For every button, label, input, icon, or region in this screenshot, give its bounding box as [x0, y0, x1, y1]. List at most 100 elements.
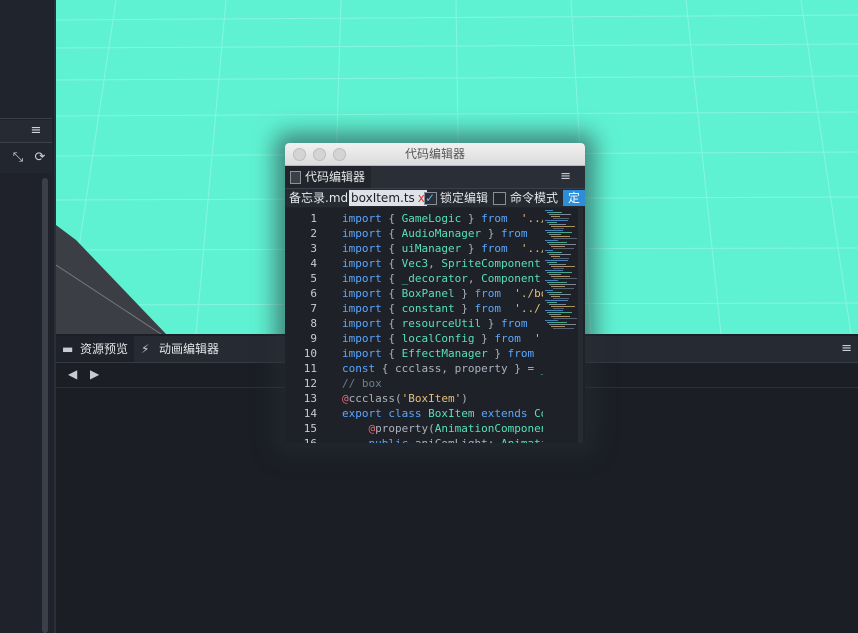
minimap-line: [553, 248, 574, 249]
running-icon: ⚡: [141, 342, 150, 356]
minimap-line: [545, 270, 563, 271]
minimap-line: [545, 300, 568, 301]
file-tab-memo[interactable]: 备忘录.md: [289, 189, 348, 207]
tab-asset-preview[interactable]: ▬ 资源预览: [56, 336, 134, 362]
minimap-line: [553, 278, 577, 279]
forward-arrow-icon[interactable]: ▶: [90, 367, 99, 381]
line-content: @property(AnimationComponen: [368, 422, 548, 435]
file-tab-label: boxItem.ts: [351, 191, 415, 205]
minimap-line: [553, 288, 574, 289]
code-area[interactable]: 16 public aniComLight: Animati15 @proper…: [285, 208, 585, 443]
line-number: 13: [303, 392, 317, 405]
minimap-line: [549, 294, 571, 295]
line-content: import { BoxPanel } from './box: [342, 287, 554, 300]
minimap-line: [545, 310, 563, 311]
minimap-line: [553, 258, 569, 259]
minimap-line: [545, 210, 553, 211]
file-tab-boxitem[interactable]: boxItem.ts x: [349, 190, 427, 206]
tab-code-editor[interactable]: 代码编辑器: [285, 166, 372, 188]
file-icon: [290, 171, 301, 184]
line-content: import { AudioManager } from '.: [342, 227, 554, 240]
minimap-line: [545, 260, 568, 261]
line-content: import { EffectManager } from ': [342, 347, 554, 360]
minimap-line: [553, 268, 564, 269]
line-content: import { localConfig } from '..: [342, 332, 554, 345]
command-mode-checkbox[interactable]: [493, 192, 506, 205]
minimap-line: [549, 264, 566, 265]
minimap-line: [551, 276, 570, 277]
folder-icon: ▬: [62, 342, 74, 356]
minimap-line: [551, 236, 570, 237]
line-content: // box: [342, 377, 382, 390]
minimap-line: [549, 214, 571, 215]
left-panel-toolbar: ⤡ ⟳: [0, 143, 52, 173]
minimap-line: [551, 246, 565, 247]
hamburger-icon[interactable]: ≡: [28, 123, 44, 139]
line-number: 5: [310, 272, 317, 285]
minimap-line: [553, 328, 574, 329]
line-number: 12: [303, 377, 317, 390]
line-number: 14: [303, 407, 317, 420]
minimap-line: [549, 224, 566, 225]
tab-animation-editor[interactable]: ⚡ 动画编辑器: [135, 336, 225, 362]
minimap-line: [553, 298, 569, 299]
line-number: 11: [303, 362, 317, 375]
confirm-button[interactable]: 定: [563, 190, 585, 206]
editor-controls: 备忘录.md boxItem.tsx 锁定编辑 命令模式 定: [285, 189, 585, 207]
hamburger-icon[interactable]: ≡: [841, 341, 852, 356]
left-panel-top: [0, 0, 52, 119]
code-scrollbar[interactable]: [578, 208, 583, 443]
minimap-line: [545, 290, 553, 291]
left-panel-scrollbar[interactable]: [42, 178, 48, 633]
line-number: 7: [310, 302, 317, 315]
back-arrow-icon[interactable]: ◀: [68, 367, 77, 381]
line-content: import { uiManager } from '../.: [342, 242, 554, 255]
minimap-line: [547, 312, 572, 313]
refresh-icon[interactable]: ⟳: [32, 150, 48, 166]
line-number: 15: [303, 422, 317, 435]
line-content: export class BoxItem extends Co: [342, 407, 548, 420]
minimap-line: [545, 220, 568, 221]
minimap-line: [545, 230, 563, 231]
tab-label: 资源预览: [80, 342, 129, 356]
minimap-line: [545, 240, 558, 241]
line-content: import { constant } from '../..: [342, 302, 554, 315]
line-number: 1: [310, 212, 317, 225]
line-content: import { _decorator, Component,: [342, 272, 547, 285]
line-number: 3: [310, 242, 317, 255]
window-titlebar[interactable]: 代码编辑器: [285, 143, 585, 166]
left-panel: ≡ ⤡ ⟳: [0, 0, 56, 633]
minimap-line: [551, 256, 560, 257]
minimap-line: [553, 218, 569, 219]
line-content: const { ccclass, property } = _: [342, 362, 547, 375]
minimap-line: [551, 316, 570, 317]
hamburger-icon[interactable]: ≡: [560, 169, 571, 184]
minimap-line: [553, 238, 577, 239]
minimap-line: [549, 234, 561, 235]
lock-edit-checkbox[interactable]: [424, 189, 437, 207]
minimap-line: [549, 254, 571, 255]
line-content: import { Vec3, SpriteComponent,: [342, 257, 547, 270]
code-editor-window[interactable]: 代码编辑器 代码编辑器 ≡ 备忘录.md boxItem.tsx 锁定编辑 命令…: [285, 143, 585, 443]
minimap-line: [551, 216, 560, 217]
minimap-line: [547, 212, 562, 213]
minimap-line: [551, 226, 575, 227]
minimap-line: [549, 284, 576, 285]
minimap-line: [549, 274, 561, 275]
lock-edit-label: 锁定编辑: [440, 191, 489, 205]
collapse-icon[interactable]: ⤡: [10, 150, 26, 166]
minimap-line: [551, 296, 560, 297]
tab-label: 动画编辑器: [159, 342, 220, 356]
minimap-line: [547, 232, 572, 233]
line-number: 8: [310, 317, 317, 330]
minimap-line: [551, 306, 575, 307]
minimap-line: [553, 308, 564, 309]
line-number: 10: [303, 347, 317, 360]
minimap-line: [545, 250, 553, 251]
minimap-line: [545, 280, 558, 281]
line-content: @ccclass('BoxItem'): [342, 392, 468, 405]
code-minimap[interactable]: [543, 208, 577, 443]
minimap-line: [547, 222, 557, 223]
line-content: import { GameLogic } from '../.: [342, 212, 554, 225]
minimap-line: [547, 292, 562, 293]
